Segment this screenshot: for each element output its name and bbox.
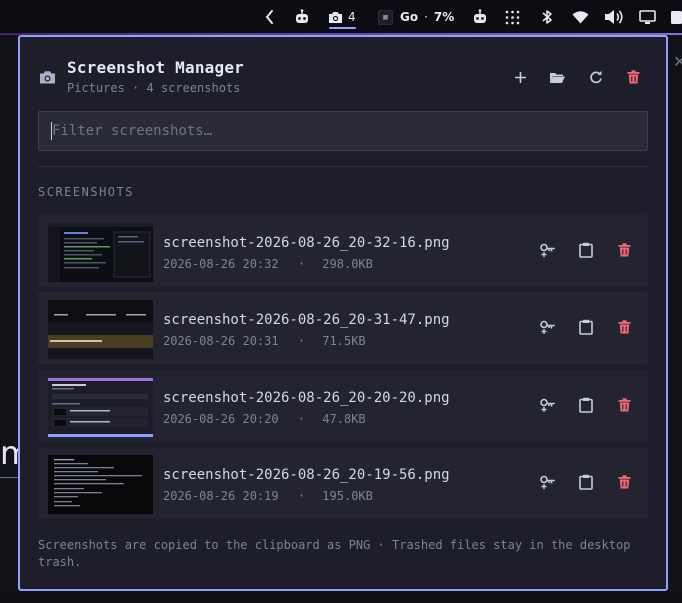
separator: ·	[297, 334, 306, 348]
reveal-button[interactable]	[537, 239, 559, 261]
volume-icon[interactable]	[604, 8, 624, 26]
add-button[interactable]	[510, 67, 530, 87]
screenshot-size: 71.5KB	[322, 334, 366, 348]
delete-button[interactable]	[613, 394, 635, 416]
plus-icon	[514, 71, 526, 83]
screenshot-thumbnail	[48, 223, 153, 282]
camera-icon	[329, 11, 342, 23]
background-window-left	[0, 36, 18, 603]
screenshot-datetime: 2026-08-26 20:19	[163, 489, 279, 503]
top-bar: 4 ■ Go · 7%	[0, 0, 682, 35]
robot-icon[interactable]	[294, 8, 310, 26]
key-icon	[540, 475, 555, 489]
go-indicator[interactable]: ■ Go · 7%	[378, 8, 454, 26]
folder-open-icon	[549, 72, 565, 83]
background-window-bottom	[0, 590, 682, 603]
go-app-icon: ■	[378, 9, 393, 25]
separator: ·	[297, 257, 306, 271]
refresh-icon	[590, 70, 602, 84]
clipboard-icon	[579, 319, 593, 335]
screenshot-row[interactable]: screenshot-2026-08-26_20-32-16.png 2026-…	[38, 215, 648, 287]
screenshot-thumbnail	[48, 455, 153, 514]
screenshot-thumbnail	[48, 378, 153, 437]
trash-icon	[618, 475, 630, 489]
reveal-button[interactable]	[537, 394, 559, 416]
trash-icon	[627, 70, 639, 84]
divider	[38, 166, 648, 167]
trash-icon	[618, 398, 630, 412]
bluetooth-icon[interactable]	[541, 8, 553, 26]
key-icon	[540, 398, 555, 412]
delete-button[interactable]	[613, 471, 635, 493]
screenshot-size: 298.0KB	[322, 257, 373, 271]
go-label: Go	[400, 10, 419, 24]
reveal-button[interactable]	[537, 471, 559, 493]
clipboard-icon	[579, 242, 593, 258]
screenshot-filename: screenshot-2026-08-26_20-32-16.png	[163, 235, 450, 251]
copy-to-clipboard-button[interactable]	[575, 471, 597, 493]
refresh-button[interactable]	[586, 67, 606, 87]
screenshot-meta: 2026-08-26 20:32 · 298.0KB	[163, 257, 373, 271]
delete-all-button[interactable]	[623, 67, 643, 87]
screenshot-datetime: 2026-08-26 20:20	[163, 412, 279, 426]
section-label: SCREENSHOTS	[38, 185, 134, 199]
screenshot-filename: screenshot-2026-08-26_20-19-56.png	[163, 467, 450, 483]
open-folder-button[interactable]	[547, 67, 567, 87]
power-menu-icon[interactable]	[671, 8, 682, 26]
separator: ·	[297, 489, 306, 503]
screenshot-row[interactable]: screenshot-2026-08-26_20-20-20.png 2026-…	[38, 370, 648, 442]
panel-title: Screenshot Manager	[67, 58, 244, 77]
copy-to-clipboard-button[interactable]	[575, 316, 597, 338]
clipboard-icon	[579, 397, 593, 413]
background-window-right	[667, 36, 682, 603]
wifi-icon[interactable]	[572, 8, 589, 26]
monitor-icon[interactable]	[639, 8, 656, 26]
robot-icon-2[interactable]	[472, 8, 488, 26]
reveal-button[interactable]	[537, 316, 559, 338]
back-chevron-icon[interactable]	[264, 8, 276, 26]
trash-icon	[618, 320, 630, 334]
screenshot-count: 4	[348, 10, 356, 24]
screenshot-meta: 2026-08-26 20:31 · 71.5KB	[163, 334, 366, 348]
camera-icon	[39, 70, 56, 89]
trash-icon	[618, 243, 630, 257]
screenshot-manager-panel: Screenshot Manager Pictures · 4 screensh…	[18, 35, 668, 591]
screenshot-meta: 2026-08-26 20:19 · 195.0KB	[163, 489, 373, 503]
active-indicator	[329, 27, 356, 29]
grid-dots-icon[interactable]	[505, 8, 520, 26]
copy-to-clipboard-button[interactable]	[575, 239, 597, 261]
screenshot-row[interactable]: screenshot-2026-08-26_20-19-56.png 2026-…	[38, 447, 648, 519]
screenshot-datetime: 2026-08-26 20:31	[163, 334, 279, 348]
separator: ·	[424, 10, 428, 24]
screenshot-size: 195.0KB	[322, 489, 373, 503]
background-window-underline	[0, 477, 18, 478]
panel-subtitle: Pictures · 4 screenshots	[67, 81, 241, 95]
text-caret	[51, 122, 52, 140]
screenshot-count-indicator[interactable]: 4	[328, 8, 356, 26]
screenshot-filename: screenshot-2026-08-26_20-31-47.png	[163, 312, 450, 328]
copy-to-clipboard-button[interactable]	[575, 394, 597, 416]
filter-input[interactable]	[38, 111, 648, 151]
screenshot-filename: screenshot-2026-08-26_20-20-20.png	[163, 390, 450, 406]
key-icon	[540, 243, 555, 257]
percent-value: 7%	[433, 10, 455, 24]
clipboard-icon	[579, 474, 593, 490]
screenshot-thumbnail	[48, 300, 153, 359]
delete-button[interactable]	[613, 316, 635, 338]
separator: ·	[297, 412, 306, 426]
screenshot-datetime: 2026-08-26 20:32	[163, 257, 279, 271]
key-icon	[540, 320, 555, 334]
delete-button[interactable]	[613, 239, 635, 261]
screenshot-meta: 2026-08-26 20:20 · 47.8KB	[163, 412, 366, 426]
screenshot-size: 47.8KB	[322, 412, 366, 426]
screenshot-row[interactable]: screenshot-2026-08-26_20-31-47.png 2026-…	[38, 292, 648, 364]
footer-note: Screenshots are copied to the clipboard …	[38, 538, 631, 569]
background-close-icon[interactable]: ✕	[673, 52, 682, 71]
